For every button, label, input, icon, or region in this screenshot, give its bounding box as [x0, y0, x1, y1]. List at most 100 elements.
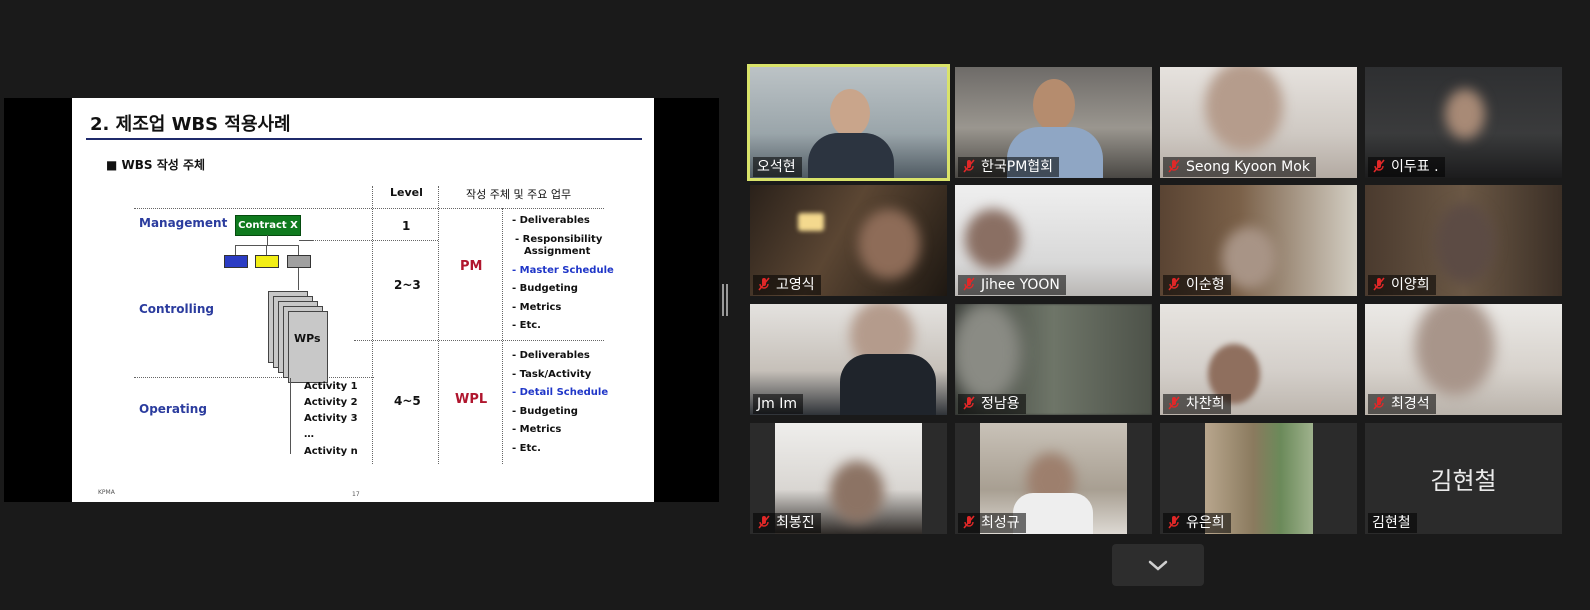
participant-tile[interactable]: 오석현	[747, 64, 950, 181]
wpl-duty: - Task/Activity	[512, 369, 592, 380]
wbs-node-blue	[224, 255, 248, 268]
participant-tile[interactable]: 이양희	[1365, 185, 1562, 296]
participant-name: Jihee YOON	[958, 275, 1066, 295]
participant-name: 이양희	[1368, 275, 1436, 295]
wp-label: WPs	[294, 332, 321, 345]
chevron-down-icon	[1148, 560, 1168, 571]
more-participants-button[interactable]	[1112, 544, 1204, 586]
activity-label: Activity 3	[304, 413, 358, 424]
participant-tile[interactable]: 고영식	[750, 185, 947, 296]
wpl-duty: - Detail Schedule	[512, 387, 609, 398]
wpl-duty: - Budgeting	[512, 406, 578, 417]
participant-tile[interactable]: 이순형	[1160, 185, 1357, 296]
participant-tile[interactable]: Jihee YOON	[955, 185, 1152, 296]
participant-tile[interactable]: 유은희	[1160, 423, 1357, 534]
pm-duty: - Deliverables	[512, 215, 590, 226]
participant-tile[interactable]: Jm Im	[750, 304, 947, 415]
activity-label: Activity 1	[304, 381, 358, 392]
participant-tile[interactable]: 정남용	[955, 304, 1152, 415]
activity-label: …	[304, 429, 314, 440]
level-1: 1	[402, 219, 411, 233]
resize-handle-icon[interactable]	[722, 284, 728, 316]
grid-line	[134, 377, 374, 378]
slide-title: 2. 제조업 WBS 적용사례	[90, 114, 291, 135]
title-rule	[86, 138, 642, 140]
participant-name: 최성규	[958, 513, 1026, 533]
participant-video	[830, 89, 870, 137]
level-4-5: 4~5	[394, 394, 421, 408]
participant-tile[interactable]: 이두표 .	[1365, 67, 1562, 178]
tree-connector	[235, 245, 299, 246]
participant-name: 정남용	[958, 394, 1026, 414]
slide-bullet: ■ WBS 작성 주체	[106, 158, 206, 172]
pm-duty: - Etc.	[512, 320, 541, 331]
pm-duty: - Budgeting	[512, 283, 578, 294]
tree-connector	[298, 245, 299, 255]
mic-off-icon	[1168, 159, 1180, 173]
grid-line	[438, 186, 439, 464]
mic-off-icon	[963, 515, 975, 529]
category-operating: Operating	[139, 402, 207, 416]
wpl-duty: - Deliverables	[512, 350, 590, 361]
participant-tile[interactable]: 한국PM협회	[955, 67, 1152, 178]
mic-off-icon	[963, 277, 975, 291]
category-management: Management	[139, 216, 228, 230]
grid-line	[502, 208, 503, 464]
presentation-slide: 2. 제조업 WBS 적용사례 ■ WBS 작성 주체 Level 작성 주체 …	[72, 98, 654, 502]
mic-off-icon	[1168, 515, 1180, 529]
participant-name: 이순형	[1163, 275, 1231, 295]
level-header: Level	[390, 186, 423, 199]
mic-off-icon	[1373, 277, 1385, 291]
participant-name: 이두표 .	[1368, 157, 1445, 177]
participant-tile[interactable]: 최경석	[1365, 304, 1562, 415]
activity-label: Activity n	[304, 446, 358, 457]
grid-line	[134, 208, 604, 209]
mic-off-icon	[758, 277, 770, 291]
participant-tile[interactable]: 최성규	[955, 423, 1152, 534]
slide-page-number: 17	[352, 491, 360, 498]
participant-name: 최경석	[1368, 394, 1436, 414]
participant-tile[interactable]: 김현철 김현철	[1365, 423, 1562, 534]
tree-connector	[267, 235, 268, 245]
pm-duty: Assignment	[524, 246, 591, 257]
participant-name: 유은희	[1163, 513, 1231, 533]
role-header: 작성 주체 및 주요 업무	[466, 188, 572, 201]
tree-connector	[235, 245, 236, 255]
participant-tile[interactable]: 최봉진	[750, 423, 947, 534]
mic-off-icon	[1168, 277, 1180, 291]
pm-duty: - Master Schedule	[512, 265, 614, 276]
participant-tile[interactable]: Seong Kyoon Mok	[1160, 67, 1357, 178]
mic-off-icon	[1373, 396, 1385, 410]
tree-connector	[299, 240, 313, 241]
participant-name: 고영식	[753, 275, 821, 295]
mic-off-icon	[1168, 396, 1180, 410]
wpl-duty: - Etc.	[512, 443, 541, 454]
tree-connector	[298, 268, 299, 290]
mic-off-icon	[963, 159, 975, 173]
contract-box: Contract X	[235, 215, 301, 236]
participant-name: Jm Im	[753, 394, 803, 414]
participant-tile[interactable]: 차찬희	[1160, 304, 1357, 415]
level-2-3: 2~3	[394, 278, 421, 292]
tree-connector	[290, 378, 291, 454]
activity-label: Activity 2	[304, 397, 358, 408]
wbs-node-yellow	[255, 255, 279, 268]
wbs-node-gray	[287, 255, 311, 268]
role-wpl: WPL	[455, 392, 488, 407]
role-pm: PM	[460, 259, 483, 274]
mic-off-icon	[963, 396, 975, 410]
participant-name: 김현철	[1368, 513, 1417, 533]
mic-off-icon	[1373, 159, 1385, 173]
pm-duty: - Metrics	[512, 302, 562, 313]
participant-name: 오석현	[753, 157, 802, 177]
grid-line	[372, 186, 373, 464]
category-controlling: Controlling	[139, 302, 214, 316]
mic-off-icon	[758, 515, 770, 529]
tree-connector	[266, 245, 267, 255]
participant-name-placeholder: 김현철	[1430, 467, 1497, 495]
participant-name: 한국PM협회	[958, 157, 1060, 177]
participant-name: 차찬희	[1163, 394, 1231, 414]
wpl-duty: - Metrics	[512, 424, 562, 435]
grid-line	[354, 340, 604, 341]
participant-name: 최봉진	[753, 513, 821, 533]
